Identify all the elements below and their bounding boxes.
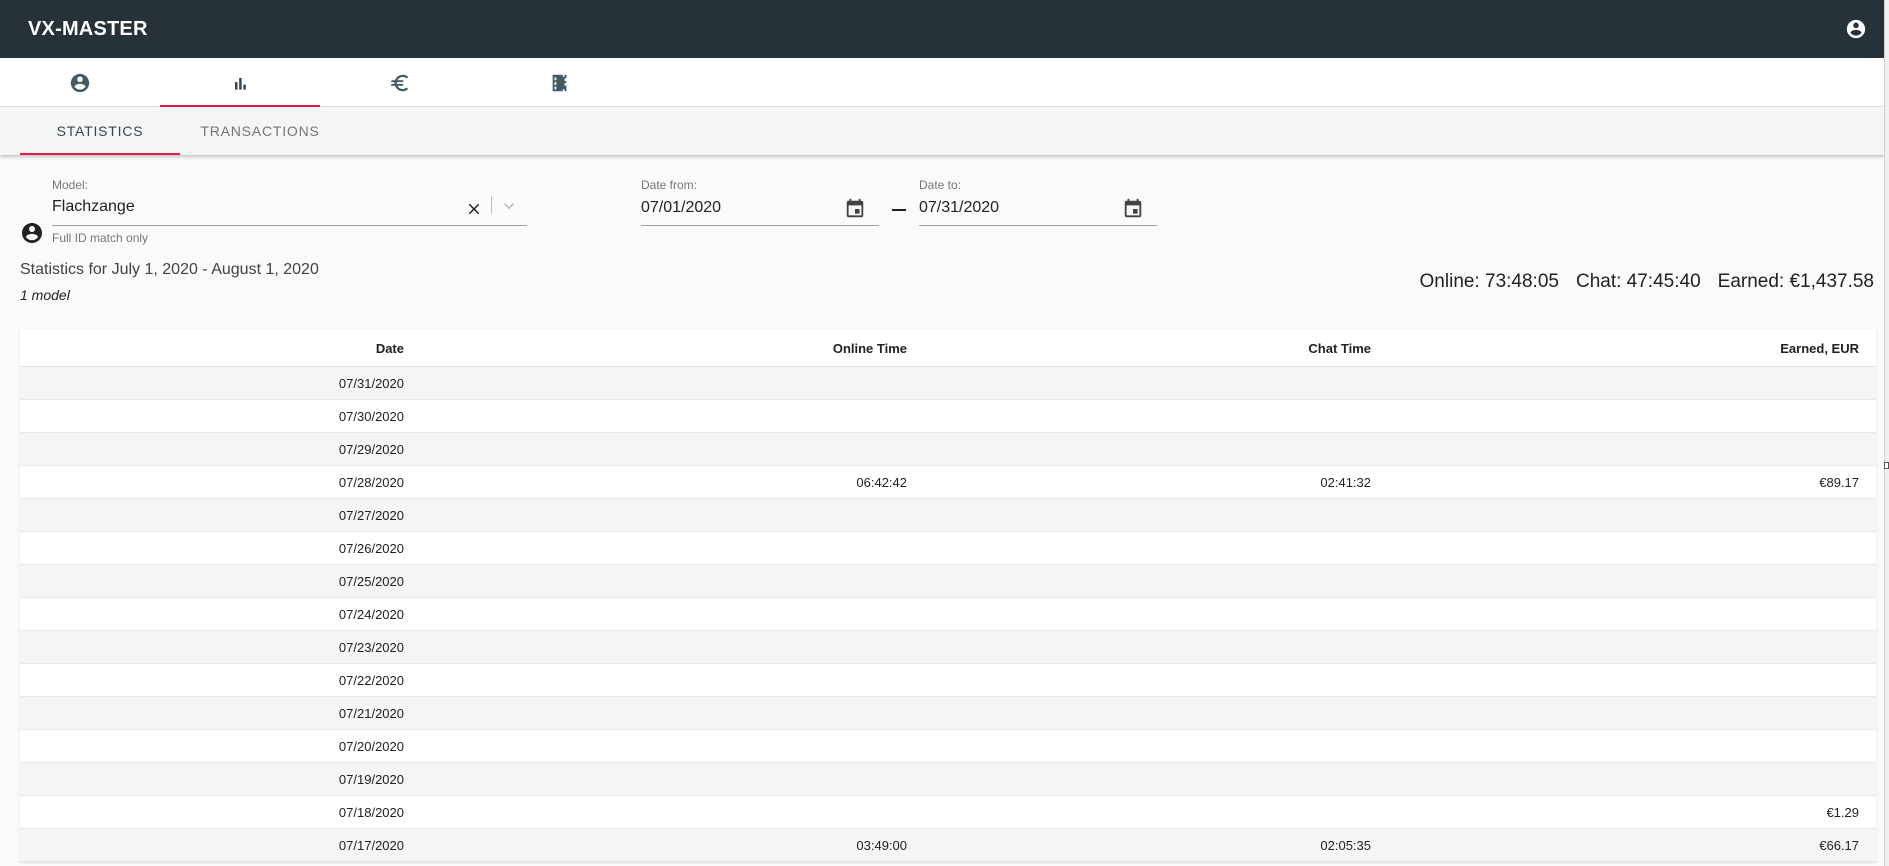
model-input[interactable]: Flachzange (52, 198, 452, 220)
cell-earned: €89.17 (1819, 474, 1859, 490)
cell-date: 07/26/2020 (338, 540, 404, 556)
cell-date: 07/25/2020 (338, 573, 404, 589)
table-body: 07/31/2020 07/30/2020 07/29/2020 07/28/2020… (20, 367, 1876, 862)
table-row: 07/24/2020 (20, 598, 1876, 631)
movie-film-icon (552, 74, 567, 91)
model-count: 1 model (20, 287, 70, 303)
cell-date: 07/19/2020 (338, 771, 404, 787)
date-from-input[interactable]: 07/01/2020 (641, 199, 841, 221)
cell-date: 07/22/2020 (338, 672, 404, 688)
table-row: 07/26/2020 (20, 532, 1876, 565)
cell-date: 07/28/2020 (338, 474, 404, 490)
model-field-underline (52, 225, 527, 226)
resize-handle[interactable] (1884, 462, 1889, 469)
bar-chart-icon (235, 77, 246, 90)
close-icon (468, 203, 480, 215)
table-row: 07/19/2020 (20, 763, 1876, 796)
filters-panel: Model: Flachzange Full ID match only Dat… (0, 155, 1884, 255)
total-chat: Chat: 47:45:40 (1575, 271, 1701, 292)
tab-statistics[interactable] (160, 58, 320, 107)
account-circle-icon (22, 223, 42, 243)
tab-statistics-list[interactable]: STATISTICS (20, 107, 180, 155)
cell-online-time: 03:49:00 (856, 837, 907, 853)
cell-date: 07/30/2020 (338, 408, 404, 424)
cell-chat-time: 02:05:35 (1320, 837, 1371, 853)
account-circle-icon (1846, 19, 1866, 39)
table-row: 07/29/2020 (20, 433, 1876, 466)
table-row: 07/31/2020 (20, 367, 1876, 400)
cell-date: 07/17/2020 (338, 837, 404, 853)
date-to-underline (919, 225, 1157, 226)
totals: Online: 73:48:05 Chat: 47:45:40 Earned: … (1420, 271, 1874, 293)
field-divider (491, 196, 492, 214)
model-field-hint: Full ID match only (52, 231, 149, 245)
date-to-input[interactable]: 07/31/2020 (919, 199, 1119, 221)
app-frame: VX-MASTER STATISTICS TRANSACTIONS Model:… (0, 0, 1884, 866)
cell-date: 07/23/2020 (338, 639, 404, 655)
main-nav-tabs (0, 58, 1884, 107)
table-row: 07/22/2020 (20, 664, 1876, 697)
table-header: Date Online Time Chat Time Earned, EUR (20, 330, 1876, 367)
column-header-chat-time[interactable]: Chat Time (907, 341, 1371, 356)
cell-date: 07/18/2020 (338, 804, 404, 820)
tab-transactions[interactable]: TRANSACTIONS (180, 107, 340, 155)
model-dropdown-button[interactable] (499, 196, 519, 221)
clear-model-button[interactable] (465, 200, 483, 223)
cell-chat-time: 02:41:32 (1320, 474, 1371, 490)
cell-date: 07/29/2020 (338, 441, 404, 457)
column-header-online-time[interactable]: Online Time (404, 341, 907, 356)
cell-date: 07/24/2020 (338, 606, 404, 622)
app-bar: VX-MASTER (0, 0, 1884, 58)
cell-date: 07/31/2020 (338, 375, 404, 391)
app-title: VX-MASTER (28, 17, 148, 40)
table-row: 07/27/2020 (20, 499, 1876, 532)
date-from-picker-button[interactable] (844, 198, 866, 225)
date-range-separator (892, 209, 906, 211)
euro-icon (390, 74, 409, 91)
model-field-label: Model: (52, 178, 89, 192)
chevron-down-icon (504, 203, 514, 210)
date-from-label: Date from: (641, 178, 698, 192)
table-row: 07/17/2020 03:49:00 02:05:35 €66.17 (20, 829, 1876, 862)
table-row: 07/21/2020 (20, 697, 1876, 730)
cell-online-time: 06:42:42 (856, 474, 907, 490)
cell-earned: €1.29 (1826, 804, 1859, 820)
tab-account[interactable] (0, 58, 160, 107)
tab-media[interactable] (480, 58, 640, 107)
tab-payments[interactable] (320, 58, 480, 107)
table-row: 07/28/2020 06:42:42 02:41:32 €89.17 (20, 466, 1876, 499)
date-from-underline (641, 225, 879, 226)
date-to-picker-button[interactable] (1122, 198, 1144, 225)
cell-date: 07/21/2020 (338, 705, 404, 721)
sub-tabs: STATISTICS TRANSACTIONS (0, 107, 1884, 155)
cell-earned: €66.17 (1819, 837, 1859, 853)
table-row: 07/23/2020 (20, 631, 1876, 664)
table-row: 07/25/2020 (20, 565, 1876, 598)
cell-date: 07/20/2020 (338, 738, 404, 754)
column-header-earned[interactable]: Earned, EUR (1371, 341, 1859, 356)
cell-date: 07/27/2020 (338, 507, 404, 523)
window-edge (1884, 0, 1889, 866)
date-to-label: Date to: (919, 178, 962, 192)
table-row: 07/20/2020 (20, 730, 1876, 763)
statistics-period-title: Statistics for July 1, 2020 - August 1, … (20, 261, 319, 278)
table-row: 07/18/2020 €1.29 (20, 796, 1876, 829)
account-circle-icon (70, 73, 90, 92)
table-row: 07/30/2020 (20, 400, 1876, 433)
account-menu-button[interactable] (1844, 17, 1868, 41)
total-online: Online: 73:48:05 (1419, 271, 1559, 292)
total-earned: Earned: €1,437.58 (1717, 271, 1874, 292)
calendar-icon (846, 198, 864, 218)
statistics-summary: Statistics for July 1, 2020 - August 1, … (0, 255, 1884, 311)
column-header-date[interactable]: Date (20, 341, 404, 356)
statistics-table: Date Online Time Chat Time Earned, EUR 0… (20, 330, 1876, 862)
calendar-icon (1124, 198, 1142, 218)
